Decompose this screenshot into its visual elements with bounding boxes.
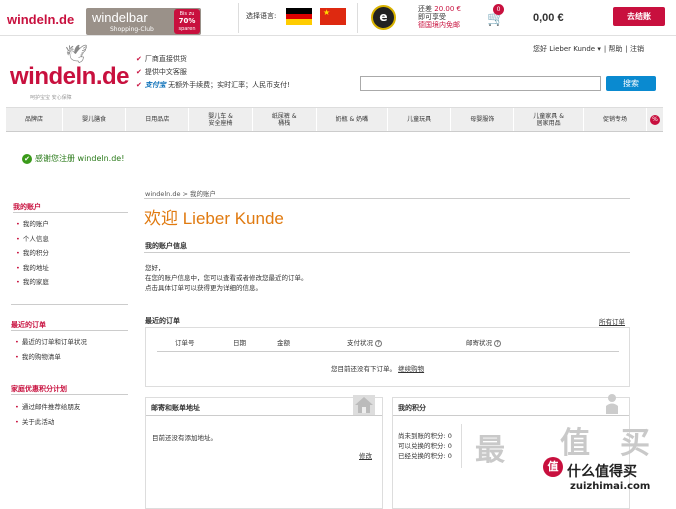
info-title: 我的账户信息 — [145, 242, 187, 250]
windelbar-banner[interactable]: windelbar Shopping-Club Bis zu 70% sparen — [86, 8, 201, 35]
address-empty-msg: 目前还没有添加地址。 — [152, 434, 217, 442]
search-button[interactable]: 搜索 — [606, 76, 656, 91]
orders-table — [145, 327, 630, 387]
help-icon: ? — [375, 340, 382, 347]
flag-germany-icon[interactable] — [286, 8, 312, 25]
nav-item-toys[interactable]: 儿童玩具 — [388, 108, 452, 131]
bullet-alipay: ✔ 支付宝 无额外手续费；实时汇率；人民币支付! — [136, 81, 290, 89]
all-orders-link[interactable]: 所有订单 — [599, 316, 625, 326]
nav-item-daily[interactable]: 日用品店 — [126, 108, 190, 131]
cart-count-badge: 0 — [493, 4, 504, 15]
nav-item-sale[interactable]: 促销专场 — [584, 108, 647, 131]
modify-address-link[interactable]: 修改 — [359, 450, 372, 460]
sale-percent-icon[interactable]: % — [647, 108, 663, 131]
sidebar-item-points[interactable]: 我的积分 — [16, 246, 49, 261]
watermark-char-3: 买 — [620, 426, 650, 461]
watermark-url: zuizhimai.com — [570, 481, 651, 492]
logo[interactable]: windeln.de — [10, 63, 130, 91]
col-payment: 支付状况? — [347, 337, 382, 347]
address-title: 邮寄和账单地址 — [151, 404, 200, 412]
free-shipping-info: 还差 20.00 € 即可享受 德国境内免邮 — [418, 5, 461, 29]
bullet-2: ✔ 提供中文客服 — [136, 68, 187, 76]
help-link[interactable]: 帮助 — [608, 45, 622, 53]
watermark-char-1: 最 — [475, 433, 505, 468]
continue-shopping-link[interactable]: 继续购物 — [398, 365, 424, 373]
sidebar-orders-list: 最近的订单和订单状况 我的购物清单 — [15, 335, 87, 364]
breadcrumb[interactable]: windeln.de > 我的账户 — [145, 188, 216, 198]
sidebar-item-refer[interactable]: 通过邮件推荐给朋友 — [15, 400, 81, 415]
nav-item-baby-food[interactable]: 婴儿膳食 — [63, 108, 127, 131]
sidebar-item-family[interactable]: 我的家庭 — [16, 275, 49, 290]
divider — [357, 3, 358, 33]
col-order-no: 订单号 — [175, 339, 195, 347]
trusted-shops-icon[interactable]: e — [371, 5, 396, 30]
language-label: 选择语言: — [246, 12, 277, 20]
windelbar-title: windelbar — [92, 10, 148, 25]
page-title: 欢迎 Lieber Kunde — [144, 209, 284, 228]
col-amount: 金额 — [277, 339, 290, 347]
search-input[interactable] — [360, 76, 601, 91]
sidebar-item-address[interactable]: 我的地址 — [16, 261, 49, 276]
sidebar-account-title: 我的账户 — [13, 203, 41, 211]
info-text: 您好， 在您的账户信息中，您可以查看或者修改您最近的订单。 点击具体订单可以获得… — [145, 264, 308, 292]
watermark-char-2: 值 — [560, 426, 590, 461]
nav-item-clothes[interactable]: 母婴服饰 — [451, 108, 515, 131]
check-icon: ✔ — [22, 154, 32, 164]
address-box — [145, 397, 383, 509]
nav-item-strollers[interactable]: 婴儿车 & 安全座椅 — [189, 108, 253, 131]
nav-item-diapers[interactable]: 纸尿裤 & 桶栈 — [253, 108, 317, 131]
sidebar-points-list: 通过邮件推荐给朋友 关于此活动 — [15, 400, 81, 430]
sidebar-points-title: 家庭优惠积分计划 — [11, 385, 67, 393]
alipay-logo: 支付宝 — [144, 81, 166, 89]
cart-total: 0,00 € — [533, 12, 564, 24]
sidebar-item-account[interactable]: 我的账户 — [16, 217, 49, 232]
checkout-button[interactable]: 去结账 — [613, 7, 665, 26]
col-shipping: 邮寄状况? — [466, 337, 501, 347]
sidebar-item-recent-orders[interactable]: 最近的订单和订单状况 — [15, 335, 87, 350]
tagline: 呵护宝宝 安心保障 — [30, 95, 72, 101]
zhi-logo-icon: 值 — [543, 457, 563, 477]
divider — [238, 3, 239, 33]
person-icon — [602, 393, 622, 415]
user-greeting-dropdown[interactable]: 您好 Lieber Kunde ▾ — [533, 45, 601, 53]
points-title: 我的积分 — [398, 404, 426, 412]
brand-link[interactable]: windeln.de — [7, 12, 74, 27]
logout-link[interactable]: 注销 — [630, 45, 644, 53]
category-nav: 品牌店 婴儿膳食 日用品店 婴儿车 & 安全座椅 纸尿裤 & 桶栈 奶瓶 & 奶… — [6, 107, 663, 132]
orders-title: 最近的订单 — [145, 317, 180, 325]
success-message: ✔ 感谢您注册 windeln.de! — [22, 153, 124, 164]
no-orders-msg: 您目前还没有下订单。 继续购物 — [331, 365, 425, 373]
col-date: 日期 — [233, 339, 246, 347]
help-icon: ? — [494, 340, 501, 347]
sidebar-item-profile[interactable]: 个人信息 — [16, 232, 49, 247]
house-icon — [353, 395, 375, 415]
discount-badge: Bis zu 70% sparen — [174, 9, 200, 34]
bullet-1: ✔ 厂商直接供货 — [136, 55, 187, 63]
sidebar-item-wishlist[interactable]: 我的购物清单 — [15, 350, 87, 365]
nav-item-brands[interactable]: 品牌店 — [6, 108, 64, 131]
stork-icon: 🕊 — [65, 44, 88, 65]
nav-item-furniture[interactable]: 儿童家具 & 居家用品 — [514, 108, 584, 131]
user-menu: 您好 Lieber Kunde ▾ | 帮助 | 注销 — [533, 45, 645, 53]
watermark-title: 什么值得买 — [567, 464, 637, 480]
sidebar-item-about[interactable]: 关于此活动 — [15, 415, 80, 430]
windelbar-subtitle: Shopping-Club — [110, 26, 154, 33]
sidebar-account-list: 我的账户 个人信息 我的积分 我的地址 我的家庭 — [16, 217, 49, 290]
nav-item-bottles[interactable]: 奶瓶 & 奶嘴 — [317, 108, 389, 131]
points-values: 尚未到账的积分: 0 可以兑换的积分: 0 已经兑换的积分: 0 — [398, 432, 452, 460]
sidebar-orders-title: 最近的订单 — [11, 321, 46, 329]
flag-china-icon[interactable]: ★ — [320, 8, 346, 25]
